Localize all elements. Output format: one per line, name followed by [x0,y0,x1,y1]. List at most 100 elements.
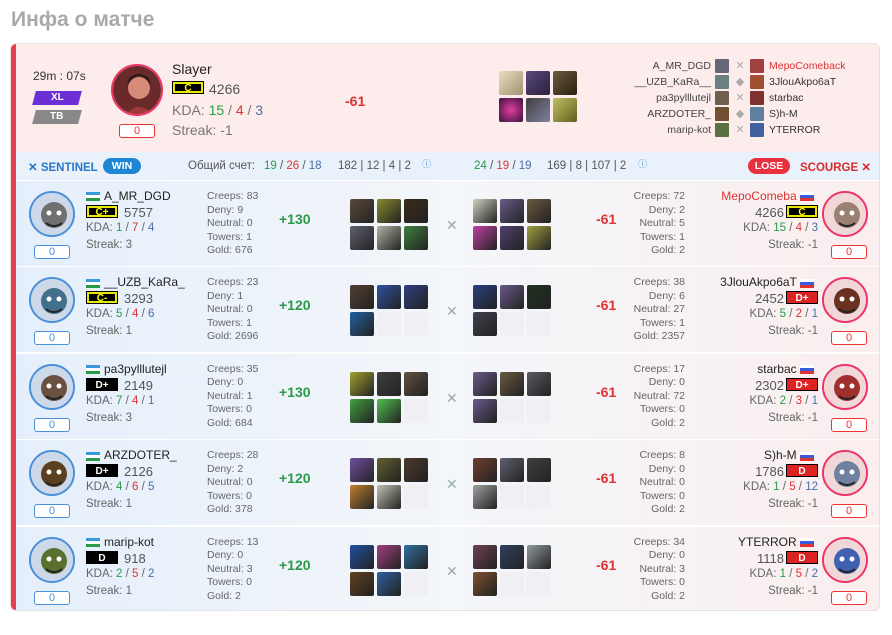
scourge-hero-avatar[interactable] [822,536,868,583]
item-icon[interactable] [404,371,428,396]
item-icon[interactable] [473,571,497,596]
item-icon[interactable] [377,485,401,510]
player-kda: KDA: 1 / 5 / 12 [743,481,818,494]
mode-tag-tb: TB [32,110,82,124]
item-icon[interactable] [553,98,577,122]
vote-button[interactable]: 0 [34,331,70,346]
item-icon[interactable] [377,285,401,310]
rank-badge: D+ [786,291,818,305]
info-icon[interactable]: ⓘ [422,157,431,170]
info-icon[interactable]: ⓘ [638,157,647,170]
item-icon[interactable] [473,312,497,337]
item-icon[interactable] [350,458,374,483]
item-icon[interactable] [377,544,401,569]
vote-button[interactable]: 0 [831,417,867,432]
player-mmr: 1786 [755,464,784,480]
sentinel-player-name[interactable]: ARZDOTER_ [86,448,177,462]
item-icon[interactable] [350,485,374,510]
item-icon[interactable] [350,398,374,423]
item-icon[interactable] [527,371,551,396]
player-streak: Streak: 3 [86,411,133,424]
mvp-vote-button[interactable]: 0 [119,124,155,138]
flag-icon [800,278,814,288]
item-icon[interactable] [527,226,551,250]
scourge-player-name[interactable]: S)h-M [764,448,818,462]
item-icon[interactable] [473,485,497,510]
item-icon[interactable] [350,285,374,310]
item-icon[interactable] [404,458,428,483]
vote-button[interactable]: 0 [34,504,70,519]
sentinel-player-name[interactable]: __UZB_KaRa_ [86,275,185,289]
item-icon[interactable] [527,458,551,483]
sentinel-totals: 182 | 12 | 4 | 2 [338,160,411,172]
item-icon[interactable] [377,398,401,423]
item-icon[interactable] [526,71,550,95]
item-icon[interactable] [500,544,524,569]
item-icon[interactable] [473,398,497,423]
item-icon[interactable] [526,98,550,122]
vote-button[interactable]: 0 [34,417,70,432]
item-icon[interactable] [499,98,523,122]
scourge-hero-avatar[interactable] [822,363,868,410]
scourge-hero-avatar[interactable] [822,450,868,497]
mvp-kda: KDA: 15 / 4 / 3 [172,102,264,118]
sentinel-hero-avatar[interactable] [29,277,75,324]
item-icon[interactable] [527,285,551,310]
item-icon[interactable] [527,199,551,223]
scourge-player-name[interactable]: 3JlouAkpo6aT [720,275,818,289]
sentinel-hero-avatar[interactable] [29,536,75,583]
item-icon[interactable] [350,199,374,223]
item-icon[interactable] [350,544,374,569]
vote-button[interactable]: 0 [831,331,867,346]
item-icon[interactable] [377,571,401,596]
mvp-hero-avatar[interactable] [111,64,163,116]
item-icon[interactable] [500,199,524,223]
item-icon[interactable] [500,371,524,396]
vote-button[interactable]: 0 [831,245,867,259]
rank-badge: D+ [786,377,818,391]
sentinel-player-name[interactable]: pa3pylllutejl [86,362,167,376]
item-icon[interactable] [553,71,577,95]
scourge-hero-avatar[interactable] [822,191,868,237]
sentinel-player-name[interactable]: marip-kot [86,535,154,549]
item-icon[interactable] [404,544,428,569]
scourge-player-name[interactable]: YTERROR [738,535,818,549]
item-icon[interactable] [350,371,374,396]
vote-button[interactable]: 0 [831,590,867,605]
item-icon[interactable] [377,199,401,223]
mvp-player-name[interactable]: Slayer [172,61,212,77]
item-icon[interactable] [404,285,428,310]
item-icon[interactable] [377,226,401,250]
item-icon[interactable] [350,226,374,250]
item-icon[interactable] [473,458,497,483]
item-icon[interactable] [377,458,401,483]
item-icon[interactable] [500,458,524,483]
item-grid [473,544,551,596]
item-icon[interactable] [527,544,551,569]
item-icon[interactable] [473,544,497,569]
scourge-hero-avatar[interactable] [822,277,868,324]
item-icon[interactable] [473,285,497,310]
item-icon[interactable] [350,312,374,337]
item-icon[interactable] [473,371,497,396]
item-icon[interactable] [500,285,524,310]
item-icon[interactable] [404,226,428,250]
vote-button[interactable]: 0 [34,245,70,259]
item-icon[interactable] [404,199,428,223]
item-icon[interactable] [500,226,524,250]
hero-mini-icon [715,59,729,73]
item-icon[interactable] [350,571,374,596]
vote-button[interactable]: 0 [831,504,867,519]
item-icon[interactable] [499,71,523,95]
item-icon[interactable] [473,226,497,250]
item-icon[interactable] [377,371,401,396]
sentinel-hero-avatar[interactable] [29,191,75,237]
scourge-player-name[interactable]: MepoComeba [721,189,818,203]
sentinel-player-name[interactable]: A_MR_DGD [86,189,171,203]
vote-button[interactable]: 0 [34,590,70,605]
sentinel-hero-avatar[interactable] [29,450,75,497]
player-mmr: 3293 [124,291,153,307]
item-icon[interactable] [473,199,497,223]
sentinel-hero-avatar[interactable] [29,363,75,410]
scourge-player-name[interactable]: starbac [757,362,818,376]
